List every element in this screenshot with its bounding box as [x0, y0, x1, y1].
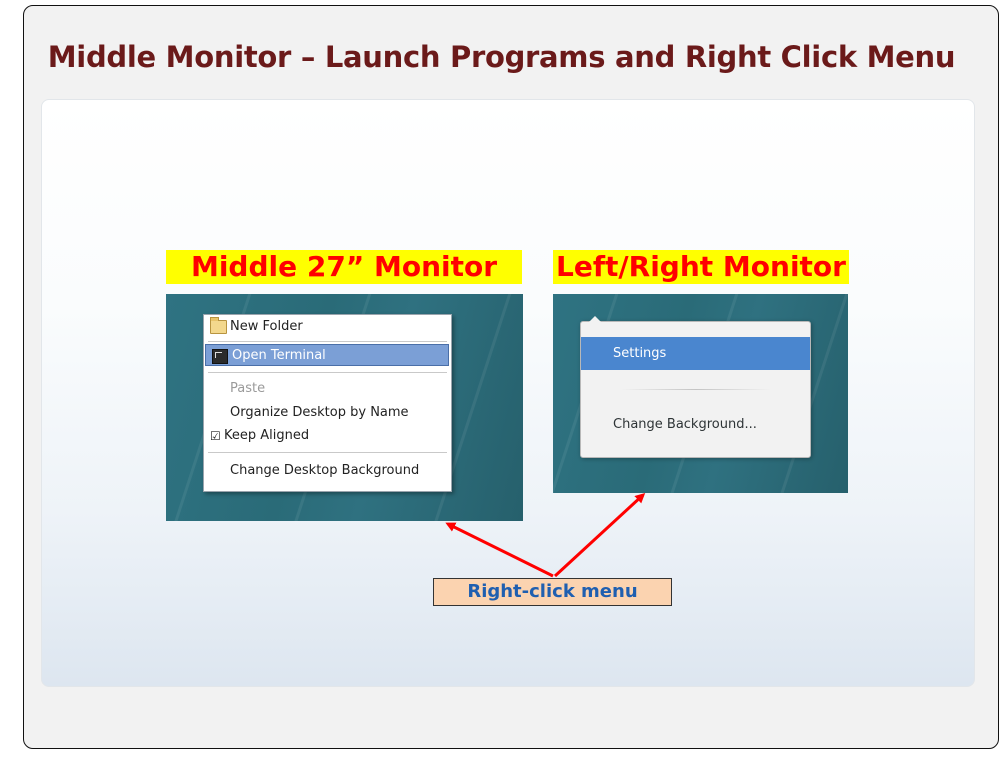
menu-separator: [208, 341, 447, 342]
menu-item-label: Keep Aligned: [224, 428, 310, 443]
side-monitor-desktop-screenshot: Settings Change Background...: [553, 294, 848, 493]
folder-icon: [210, 317, 227, 334]
menu-item-label: Paste: [230, 381, 266, 396]
menu-item-label: Organize Desktop by Name: [230, 405, 409, 420]
right-click-menu-callout: Right-click menu: [433, 578, 672, 606]
menu-item-change-desktop-background[interactable]: Change Desktop Background: [204, 460, 451, 482]
menu-item-label: Change Desktop Background: [230, 463, 420, 478]
menu-item-new-folder[interactable]: New Folder: [204, 316, 451, 338]
menu-item-change-background[interactable]: Change Background...: [581, 408, 810, 441]
terminal-icon: [212, 349, 228, 364]
menu-item-keep-aligned[interactable]: ☑ Keep Aligned: [204, 425, 451, 447]
middle-monitor-desktop-screenshot: New Folder Open Terminal Paste Organize …: [166, 294, 523, 521]
middle-monitor-label: Middle 27” Monitor: [166, 250, 522, 284]
menu-separator: [621, 389, 771, 390]
gnome-context-menu: Settings Change Background...: [580, 316, 811, 458]
menu-item-label: Open Terminal: [232, 348, 326, 363]
menu-item-organize-desktop[interactable]: Organize Desktop by Name: [204, 402, 451, 424]
menu-item-label: Settings: [613, 346, 667, 361]
menu-item-settings[interactable]: Settings: [581, 337, 810, 370]
menu-item-paste[interactable]: Paste: [204, 378, 451, 400]
menu-item-label: New Folder: [230, 319, 303, 334]
menu-separator: [208, 372, 447, 373]
menu-separator: [208, 452, 447, 453]
slide-title: Middle Monitor – Launch Programs and Rig…: [47, 40, 956, 74]
menu-item-open-terminal[interactable]: Open Terminal: [205, 344, 449, 366]
menu-item-label: Change Background...: [613, 417, 757, 432]
side-monitor-label: Left/Right Monitor: [553, 250, 849, 284]
desktop-context-menu: New Folder Open Terminal Paste Organize …: [203, 314, 452, 492]
checkbox-icon: ☑: [210, 429, 221, 443]
